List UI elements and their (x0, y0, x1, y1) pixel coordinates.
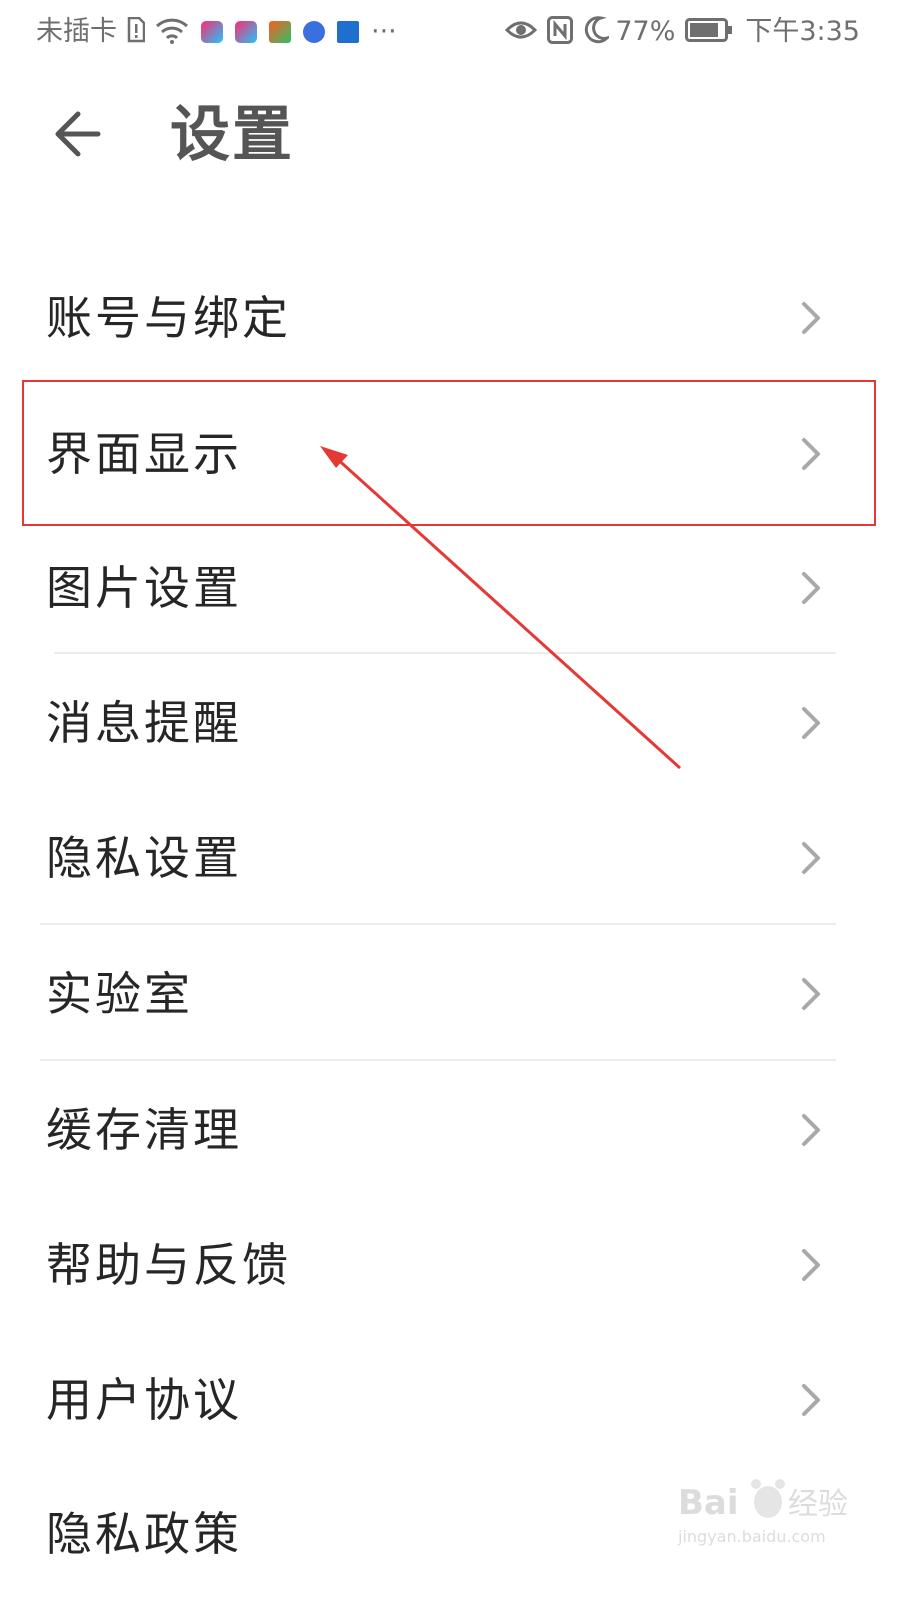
battery-percent: 77% (615, 16, 676, 47)
svg-text:经验: 经验 (788, 1487, 848, 1522)
back-arrow-icon[interactable] (50, 106, 106, 162)
divider (54, 652, 836, 654)
baidu-jingyan-watermark: Bai 经验 jingyan.baidu.com (676, 1470, 876, 1560)
wifi-icon (155, 16, 189, 48)
chevron-right-icon (790, 298, 830, 338)
chevron-right-icon (790, 838, 830, 878)
divider (40, 923, 836, 925)
more-icon: ··· (371, 16, 397, 47)
settings-item-notifications[interactable]: 消息提醒 (0, 655, 900, 791)
music-app-icon (303, 21, 325, 43)
settings-item-image[interactable]: 图片设置 (0, 520, 900, 656)
settings-item-label: 用户协议 (46, 1373, 242, 1427)
eye-comfort-icon (505, 18, 538, 46)
youku-app-icon (235, 21, 257, 43)
svg-text:jingyan.baidu.com: jingyan.baidu.com (677, 1527, 826, 1546)
settings-item-lab[interactable]: 实验室 (0, 926, 900, 1062)
settings-item-label: 消息提醒 (46, 696, 242, 750)
settings-item-label: 实验室 (46, 967, 193, 1021)
page-title: 设置 (170, 100, 294, 170)
settings-item-label: 图片设置 (46, 561, 242, 615)
battery-icon (685, 18, 733, 46)
carrier-text: 未插卡 (36, 16, 117, 47)
settings-item-help[interactable]: 帮助与反馈 (0, 1197, 900, 1333)
settings-item-account[interactable]: 账号与绑定 (0, 250, 900, 386)
chevron-right-icon (790, 568, 830, 608)
chevron-right-icon (790, 1245, 830, 1285)
highlight-box (22, 380, 876, 526)
settings-item-agreement[interactable]: 用户协议 (0, 1332, 900, 1468)
settings-item-cache[interactable]: 缓存清理 (0, 1062, 900, 1198)
youku-app-icon (201, 21, 223, 43)
svg-text:Bai: Bai (678, 1483, 739, 1523)
chevron-right-icon (790, 1110, 830, 1150)
clock-text: 下午3:35 (745, 16, 860, 47)
status-bar: 未插卡 ··· 77% 下午3:35 (0, 0, 900, 62)
sim-error-icon (127, 16, 146, 47)
nfc-icon (547, 16, 574, 48)
app-icon (269, 21, 291, 43)
settings-item-privacy[interactable]: 隐私设置 (0, 790, 900, 926)
settings-item-label: 帮助与反馈 (46, 1238, 291, 1292)
divider (40, 1059, 836, 1061)
settings-item-label: 隐私政策 (46, 1507, 242, 1561)
chevron-right-icon (790, 703, 830, 743)
moon-icon (583, 16, 613, 48)
app-icon (337, 21, 359, 43)
chevron-right-icon (790, 1380, 830, 1420)
app-header: 设置 (0, 80, 900, 190)
settings-item-label: 账号与绑定 (46, 291, 291, 345)
settings-item-label: 缓存清理 (46, 1103, 242, 1157)
settings-item-label: 隐私设置 (46, 831, 242, 885)
chevron-right-icon (790, 974, 830, 1014)
